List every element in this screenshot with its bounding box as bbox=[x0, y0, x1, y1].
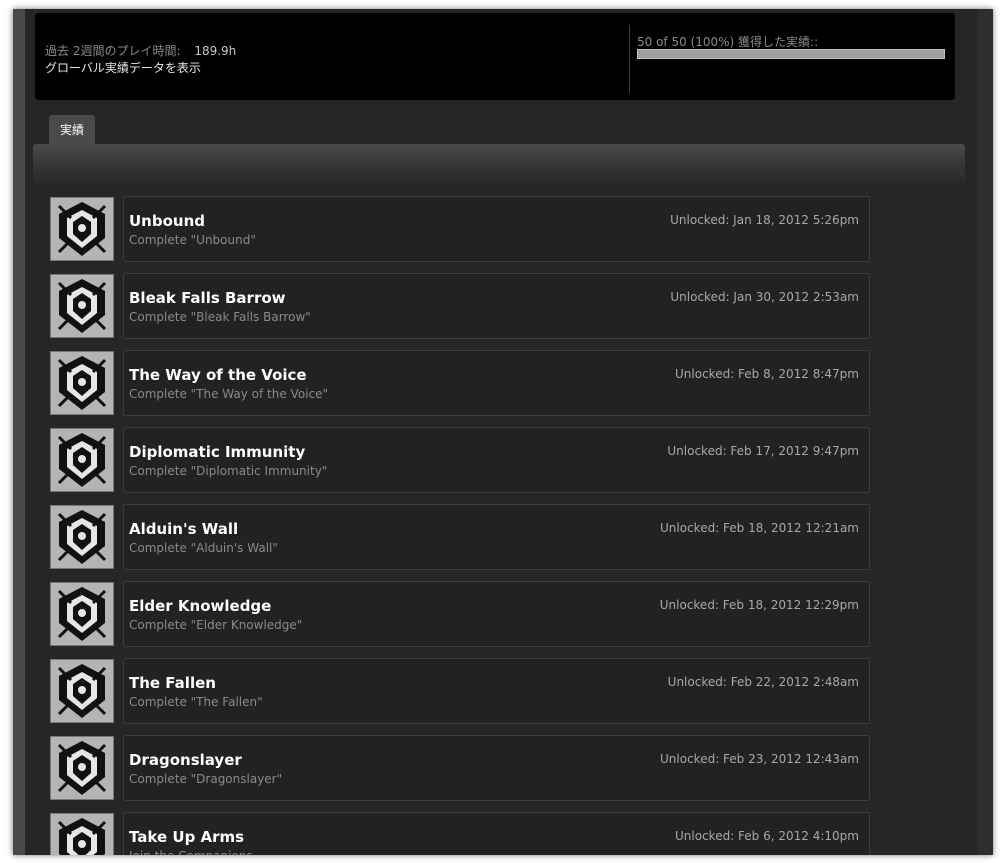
achievement-row: Unbound Complete "Unbound" Unlocked: Jan… bbox=[50, 196, 870, 262]
achievement-unlock-time: Unlocked: Feb 8, 2012 8:47pm bbox=[675, 367, 859, 381]
achievement-title: Take Up Arms bbox=[129, 828, 245, 846]
achievement-title: Alduin's Wall bbox=[129, 520, 239, 538]
progress-bar-fill bbox=[638, 50, 944, 58]
playtime-row: 過去 2週間のプレイ時間: 189.9h bbox=[45, 42, 236, 59]
achievement-card: The Fallen Complete "The Fallen" Unlocke… bbox=[123, 658, 870, 724]
warrior-helmet-icon bbox=[50, 505, 114, 569]
left-edge-panel bbox=[13, 9, 25, 855]
playtime-label: 過去 2週間のプレイ時間: bbox=[45, 44, 181, 58]
achievement-row: Elder Knowledge Complete "Elder Knowledg… bbox=[50, 581, 870, 647]
hooded-greybeard-icon bbox=[50, 351, 114, 415]
achievement-row: Diplomatic Immunity Complete "Diplomatic… bbox=[50, 427, 870, 493]
achievement-card: Elder Knowledge Complete "Elder Knowledg… bbox=[123, 581, 870, 647]
achievement-card: Unbound Complete "Unbound" Unlocked: Jan… bbox=[123, 196, 870, 262]
achievement-card: Dragonslayer Complete "Dragonslayer" Unl… bbox=[123, 735, 870, 801]
achievement-row: The Fallen Complete "The Fallen" Unlocke… bbox=[50, 658, 870, 724]
crossed-swords-dragon-icon bbox=[50, 197, 114, 261]
achievement-description: Complete "The Way of the Voice" bbox=[129, 387, 329, 401]
achievement-row: The Way of the Voice Complete "The Way o… bbox=[50, 350, 870, 416]
achievement-unlock-time: Unlocked: Feb 23, 2012 12:43am bbox=[660, 752, 859, 766]
achievement-description: Complete "Unbound" bbox=[129, 233, 256, 247]
steam-window: 過去 2週間のプレイ時間: 189.9h グローバル実績データを表示 50 of… bbox=[13, 9, 993, 855]
header-divider bbox=[629, 25, 630, 93]
achievement-unlock-time: Unlocked: Feb 6, 2012 4:10pm bbox=[675, 829, 859, 843]
achievement-description: Complete "Elder Knowledge" bbox=[129, 618, 303, 632]
achievement-card: Take Up Arms Join the Companions Unlocke… bbox=[123, 812, 870, 855]
achievement-row: Dragonslayer Complete "Dragonslayer" Unl… bbox=[50, 735, 870, 801]
main-content: 過去 2週間のプレイ時間: 189.9h グローバル実績データを表示 50 of… bbox=[25, 9, 977, 855]
achievement-row: Bleak Falls Barrow Complete "Bleak Falls… bbox=[50, 273, 870, 339]
achievement-row: Take Up Arms Join the Companions Unlocke… bbox=[50, 812, 870, 855]
achievement-description: Complete "Alduin's Wall" bbox=[129, 541, 278, 555]
achievement-title: Elder Knowledge bbox=[129, 597, 272, 615]
achievement-title: Dragonslayer bbox=[129, 751, 242, 769]
achievement-description: Complete "Bleak Falls Barrow" bbox=[129, 310, 311, 324]
achievement-unlock-time: Unlocked: Feb 17, 2012 9:47pm bbox=[667, 444, 859, 458]
dragon-claw-shield-icon bbox=[50, 274, 114, 338]
right-scrollbar-track[interactable] bbox=[977, 9, 993, 855]
achievement-title: Diplomatic Immunity bbox=[129, 443, 306, 461]
achievement-unlock-time: Unlocked: Feb 22, 2012 2:48am bbox=[667, 675, 859, 689]
tab-achievements[interactable]: 実績 bbox=[49, 115, 96, 145]
dragon-head-icon bbox=[50, 659, 114, 723]
achievement-title: The Fallen bbox=[129, 674, 216, 692]
progress-bar bbox=[637, 49, 945, 59]
achievement-unlock-time: Unlocked: Feb 18, 2012 12:29pm bbox=[659, 598, 859, 612]
winged-mask-icon bbox=[50, 428, 114, 492]
achievement-unlock-time: Unlocked: Feb 18, 2012 12:21am bbox=[660, 521, 859, 535]
achievement-title: Bleak Falls Barrow bbox=[129, 289, 286, 307]
stats-header: 過去 2週間のプレイ時間: 189.9h グローバル実績データを表示 50 of… bbox=[35, 13, 955, 100]
tab-content-bar bbox=[33, 144, 965, 188]
wolf-crest-icon bbox=[50, 813, 114, 855]
achievement-title: Unbound bbox=[129, 212, 205, 230]
achievement-title: The Way of the Voice bbox=[129, 366, 307, 384]
progress-label: 50 of 50 (100%) 獲得した実績:: bbox=[637, 35, 819, 49]
achievement-card: Bleak Falls Barrow Complete "Bleak Falls… bbox=[123, 273, 870, 339]
achievement-description: Complete "The Fallen" bbox=[129, 695, 263, 709]
achievement-card: Alduin's Wall Complete "Alduin's Wall" U… bbox=[123, 504, 870, 570]
achievement-card: Diplomatic Immunity Complete "Diplomatic… bbox=[123, 427, 870, 493]
dragon-crest-icon bbox=[50, 736, 114, 800]
achievement-card: The Way of the Voice Complete "The Way o… bbox=[123, 350, 870, 416]
elder-scroll-icon bbox=[50, 582, 114, 646]
achievement-description: Complete "Dragonslayer" bbox=[129, 772, 283, 786]
achievement-unlock-time: Unlocked: Jan 30, 2012 2:53am bbox=[670, 290, 859, 304]
playtime-value: 189.9h bbox=[194, 44, 237, 58]
achievement-description: Join the Companions bbox=[129, 849, 253, 855]
achievement-row: Alduin's Wall Complete "Alduin's Wall" U… bbox=[50, 504, 870, 570]
achievement-unlock-time: Unlocked: Jan 18, 2012 5:26pm bbox=[670, 213, 859, 227]
achievement-description: Complete "Diplomatic Immunity" bbox=[129, 464, 328, 478]
global-stats-link[interactable]: グローバル実績データを表示 bbox=[45, 59, 201, 76]
